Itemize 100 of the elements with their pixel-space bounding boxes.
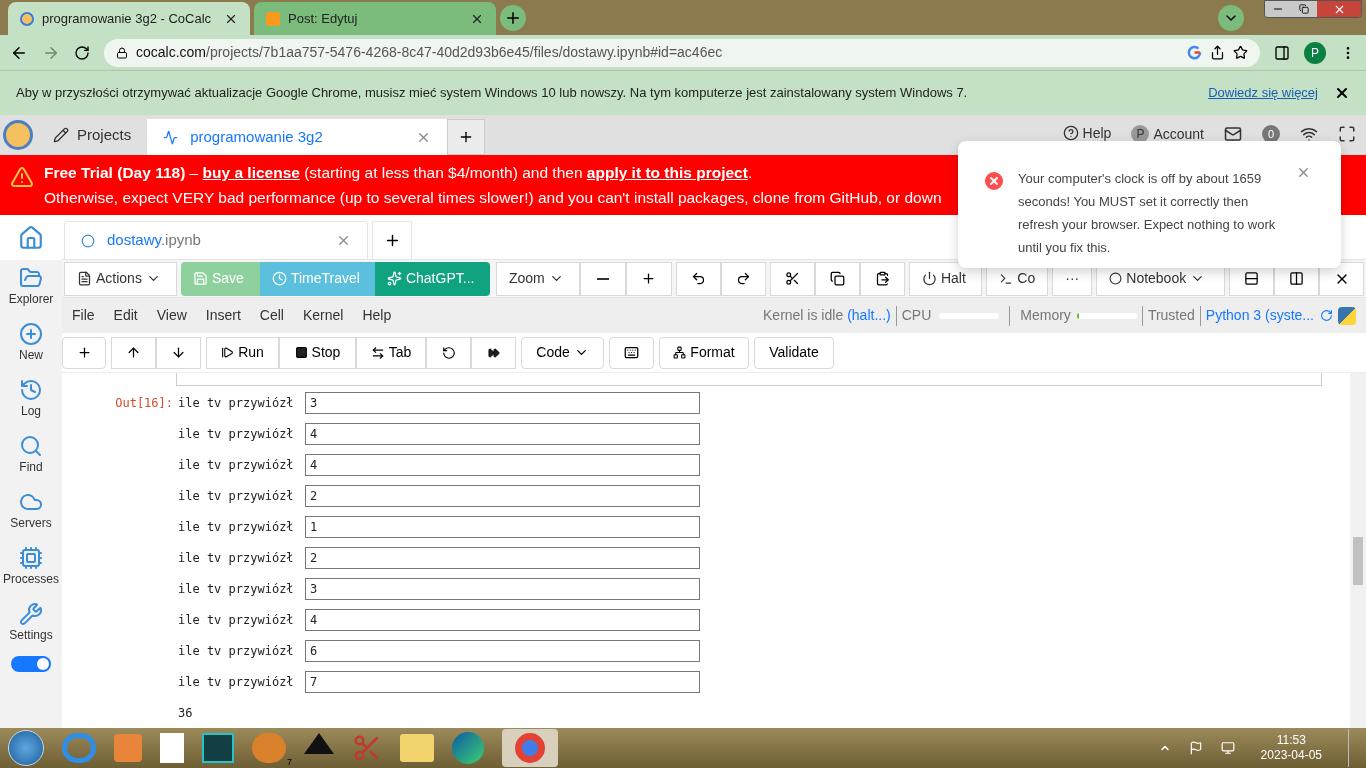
insert-cell-button[interactable]: [62, 336, 106, 369]
clock-time: 11:53: [1276, 733, 1306, 748]
text-input-field[interactable]: 3: [305, 578, 700, 600]
text-input-field[interactable]: 2: [305, 485, 700, 507]
chrome-taskbar-button[interactable]: [502, 729, 558, 767]
undo-button[interactable]: [675, 261, 721, 296]
scrollbar[interactable]: [1350, 373, 1366, 728]
menu-item[interactable]: Cell: [259, 305, 284, 326]
menu-item[interactable]: Edit: [113, 305, 138, 326]
file-tab[interactable]: dostawy.ipynb: [64, 221, 368, 259]
rows-icon: [1244, 271, 1259, 286]
undo-icon: [690, 271, 706, 286]
format-button[interactable]: Format: [659, 336, 749, 369]
stop-button[interactable]: Stop: [279, 336, 356, 369]
help-button[interactable]: Help: [1062, 125, 1112, 141]
profile-avatar[interactable]: P: [1304, 41, 1326, 64]
google-logo[interactable]: [1187, 45, 1202, 60]
new-tab-button[interactable]: [500, 5, 526, 31]
text-input-field[interactable]: 4: [305, 609, 700, 631]
fullscreen-icon[interactable]: [1338, 125, 1356, 143]
text-input-field[interactable]: 4: [305, 423, 700, 445]
menu-item[interactable]: Insert: [205, 305, 241, 326]
tab-button[interactable]: Tab: [356, 336, 426, 369]
restore-icon: [1299, 4, 1309, 14]
close-button[interactable]: [1317, 1, 1361, 17]
text-input-field[interactable]: 3: [305, 392, 700, 414]
paste-button[interactable]: [859, 261, 905, 296]
start-button[interactable]: [8, 730, 44, 766]
text-input-field[interactable]: 2: [305, 547, 700, 569]
sidebar-item[interactable]: Explorer: [8, 260, 54, 316]
menu-item[interactable]: Kernel: [302, 305, 344, 326]
clipboard-icon: [874, 271, 890, 286]
project-tab[interactable]: programowanie 3g2: [147, 119, 448, 155]
toggle-switch[interactable]: [11, 656, 51, 672]
banner-link[interactable]: buy a license: [202, 164, 300, 181]
sidebar-item[interactable]: Processes: [3, 540, 59, 596]
text-input-field[interactable]: 7: [305, 671, 700, 693]
learn-more-link[interactable]: Dowiedz się więcej: [1208, 83, 1318, 103]
lock-icon: [116, 46, 128, 59]
input-cell[interactable]: [176, 373, 1322, 386]
fast-forward-icon: [487, 346, 500, 359]
redo-button[interactable]: [720, 261, 766, 296]
new-project-tab-button[interactable]: [447, 119, 486, 155]
widget-label: ile tv przywiózł: [178, 550, 295, 567]
tree-icon: [673, 346, 687, 359]
minimize-button[interactable]: [1265, 1, 1291, 17]
menu-item[interactable]: View: [156, 305, 187, 326]
sidebar-item[interactable]: Find: [19, 428, 43, 484]
network-icon[interactable]: [1220, 741, 1235, 755]
clock[interactable]: 11:53 2023-04-05: [1252, 733, 1330, 763]
wifi-icon: [1300, 125, 1318, 143]
spinner-icon: [1320, 309, 1333, 322]
account-label: Account: [1153, 126, 1204, 142]
kernel-name-link[interactable]: Python 3 (syste...: [1205, 305, 1314, 326]
bookmark-star-icon[interactable]: [1233, 45, 1248, 60]
projects-button[interactable]: Projects: [45, 115, 140, 155]
halt-link[interactable]: (halt...): [847, 305, 891, 326]
sidebar-item[interactable]: Log: [19, 372, 43, 428]
browser-tab[interactable]: programowanie 3g2 - CoCalc: [8, 2, 250, 35]
plus-icon: [504, 9, 522, 27]
python-logo: [1338, 306, 1356, 325]
error-icon: [982, 169, 1006, 193]
halt-button[interactable]: Halt: [908, 261, 983, 296]
validate-button[interactable]: Validate: [754, 336, 834, 369]
cocalc-logo[interactable]: [3, 120, 33, 150]
home-icon[interactable]: [18, 224, 44, 251]
widget-label: ile tv przywiózł: [178, 519, 295, 536]
cpu-label: CPU: [901, 306, 932, 325]
reload-icon[interactable]: [74, 44, 90, 61]
sidebar-item[interactable]: Settings: [9, 596, 53, 652]
browser-tab[interactable]: Post: Edytuj: [254, 2, 496, 35]
flag-icon[interactable]: [1188, 741, 1203, 755]
restart-button[interactable]: [426, 336, 471, 369]
close-icon[interactable]: [1334, 85, 1350, 101]
favicon-icon: [20, 11, 34, 26]
keyboard-icon: [624, 345, 639, 360]
menu-item[interactable]: File: [72, 305, 95, 326]
zoom-button[interactable]: Zoom: [495, 261, 580, 296]
mail-icon[interactable]: [1224, 125, 1242, 143]
cell-type-button[interactable]: Code: [521, 336, 604, 369]
run-button[interactable]: Run: [206, 336, 279, 369]
cut-button[interactable]: [769, 261, 815, 296]
actions-button[interactable]: Actions: [64, 261, 177, 296]
banner-link[interactable]: apply it to this project: [586, 164, 748, 181]
sidebar-item[interactable]: New: [19, 316, 43, 372]
menu-item[interactable]: Help: [362, 305, 392, 326]
side-panel-icon[interactable]: [1274, 44, 1290, 61]
copy-button[interactable]: [814, 261, 860, 296]
text-input-field[interactable]: 6: [305, 640, 700, 662]
text-input-field[interactable]: 4: [305, 454, 700, 476]
text-input-field[interactable]: 1: [305, 516, 700, 538]
run-all-button[interactable]: [471, 336, 516, 369]
tab-search-button[interactable]: [1218, 5, 1244, 31]
sidebar-item[interactable]: Servers: [10, 484, 52, 540]
address-field[interactable]: cocalc.com/projects/7b1aa757-5476-4268-8c47-40d2d93b6e45/files/dostawy.ipynb#id=ac46ec: [104, 38, 1260, 67]
performance-warning: Otherwise, expect VERY bad performance (up to several times slower!) and you can't install packages, clone from GitHub, or down: [44, 188, 942, 208]
close-frame-button[interactable]: [1319, 261, 1364, 296]
share-icon[interactable]: [1210, 45, 1225, 60]
maximize-button[interactable]: [1291, 1, 1317, 17]
keyboard-button[interactable]: [609, 336, 654, 369]
